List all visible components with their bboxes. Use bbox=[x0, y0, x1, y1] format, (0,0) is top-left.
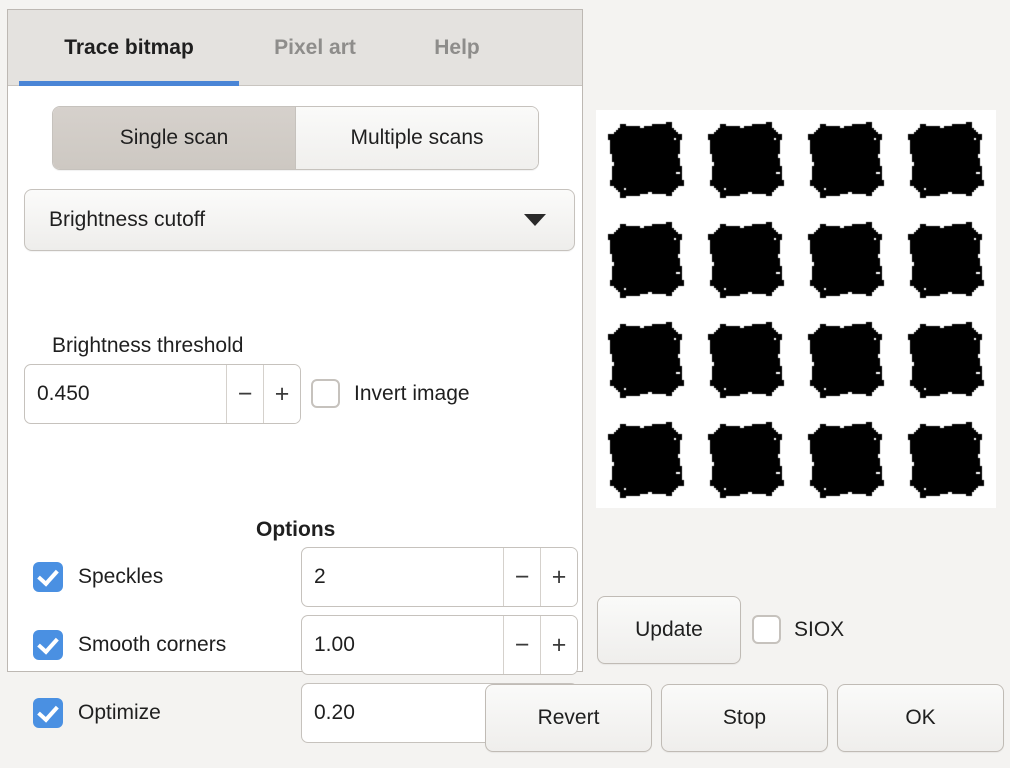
trace-bitmap-dialog: Trace bitmap Pixel art Help Single scan … bbox=[0, 0, 1010, 768]
stop-button[interactable]: Stop bbox=[661, 684, 828, 752]
invert-image-label: Invert image bbox=[354, 382, 470, 406]
brightness-threshold-input[interactable]: 0.450 bbox=[25, 365, 226, 423]
scan-mode-single-scan[interactable]: Single scan bbox=[53, 107, 296, 169]
detection-mode-value: Brightness cutoff bbox=[49, 208, 524, 232]
siox-row: SIOX bbox=[752, 615, 844, 644]
revert-button[interactable]: Revert bbox=[485, 684, 652, 752]
brightness-threshold-label: Brightness threshold bbox=[52, 334, 243, 358]
tab-pixel-art[interactable]: Pixel art bbox=[239, 10, 391, 86]
scan-mode-segmented-control: Single scan Multiple scans bbox=[52, 106, 539, 170]
speckles-stepper: 2 − + bbox=[301, 547, 578, 607]
ok-button-label: OK bbox=[905, 706, 935, 730]
tab-pixel-art-label: Pixel art bbox=[274, 36, 356, 60]
traced-bitmap-preview bbox=[596, 110, 996, 508]
invert-image-row: Invert image bbox=[311, 379, 470, 408]
tab-help-label: Help bbox=[434, 36, 480, 60]
scan-mode-multiple-scans-label: Multiple scans bbox=[350, 126, 483, 150]
optimize-label: Optimize bbox=[78, 701, 161, 725]
ok-button[interactable]: OK bbox=[837, 684, 1004, 752]
speckles-label: Speckles bbox=[78, 565, 163, 589]
options-panel: Trace bitmap Pixel art Help Single scan … bbox=[7, 9, 583, 672]
tab-help[interactable]: Help bbox=[398, 10, 516, 86]
tab-trace-bitmap-label: Trace bitmap bbox=[64, 36, 194, 60]
optimize-checkbox[interactable] bbox=[33, 698, 63, 728]
brightness-threshold-stepper: 0.450 − + bbox=[24, 364, 301, 424]
stop-button-label: Stop bbox=[723, 706, 766, 730]
scan-mode-multiple-scans[interactable]: Multiple scans bbox=[296, 107, 538, 169]
revert-button-label: Revert bbox=[538, 706, 600, 730]
panel-body: Single scan Multiple scans Brightness cu… bbox=[8, 86, 582, 671]
detection-mode-dropdown[interactable]: Brightness cutoff bbox=[24, 189, 575, 251]
option-row-optimize: Optimize bbox=[33, 698, 161, 728]
smooth-corners-input[interactable]: 1.00 bbox=[302, 616, 503, 674]
brightness-threshold-increment[interactable]: + bbox=[263, 365, 300, 423]
invert-image-checkbox[interactable] bbox=[311, 379, 340, 408]
option-row-smooth-corners: Smooth corners bbox=[33, 630, 226, 660]
tab-bar: Trace bitmap Pixel art Help bbox=[8, 10, 582, 86]
smooth-corners-increment[interactable]: + bbox=[540, 616, 577, 674]
speckles-checkbox[interactable] bbox=[33, 562, 63, 592]
brightness-threshold-decrement[interactable]: − bbox=[226, 365, 263, 423]
options-heading: Options bbox=[256, 518, 335, 542]
speckles-input[interactable]: 2 bbox=[302, 548, 503, 606]
smooth-corners-label: Smooth corners bbox=[78, 633, 226, 657]
speckles-decrement[interactable]: − bbox=[503, 548, 540, 606]
chevron-down-icon bbox=[524, 214, 546, 226]
siox-label: SIOX bbox=[794, 618, 844, 642]
scan-mode-single-scan-label: Single scan bbox=[120, 126, 229, 150]
smooth-corners-stepper: 1.00 − + bbox=[301, 615, 578, 675]
update-button[interactable]: Update bbox=[597, 596, 741, 664]
siox-checkbox[interactable] bbox=[752, 615, 781, 644]
smooth-corners-checkbox[interactable] bbox=[33, 630, 63, 660]
speckles-increment[interactable]: + bbox=[540, 548, 577, 606]
optimize-input[interactable]: 0.20 bbox=[302, 684, 503, 742]
option-row-speckles: Speckles bbox=[33, 562, 163, 592]
tab-trace-bitmap[interactable]: Trace bitmap bbox=[19, 10, 239, 86]
update-button-label: Update bbox=[635, 618, 703, 642]
smooth-corners-decrement[interactable]: − bbox=[503, 616, 540, 674]
preview-area bbox=[596, 110, 996, 508]
